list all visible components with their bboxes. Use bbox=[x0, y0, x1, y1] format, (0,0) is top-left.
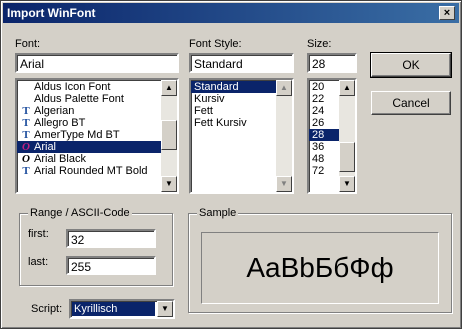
scroll-up-button[interactable]: ▲ bbox=[339, 80, 355, 96]
truetype-icon: T bbox=[22, 117, 30, 129]
range-group: Range / ASCII-Code first: 32 last: 255 bbox=[19, 207, 173, 286]
script-selected-value: Kyrillisch bbox=[72, 302, 155, 316]
sample-preview: AaBbБбФф bbox=[201, 232, 439, 304]
last-code-input[interactable]: 255 bbox=[66, 256, 156, 275]
scroll-up-button[interactable]: ▲ bbox=[276, 80, 292, 96]
size-list-scrollbar[interactable]: ▲ ▼ bbox=[339, 80, 355, 192]
script-select[interactable]: Kyrillisch ▼ bbox=[69, 299, 175, 319]
font-style-list[interactable]: Standard Kursiv Fett Fett Kursiv ▲ ▼ bbox=[189, 78, 294, 194]
size-label: Size: bbox=[307, 38, 332, 50]
arrow-down-icon: ▼ bbox=[165, 179, 173, 188]
style-list-scrollbar[interactable]: ▲ ▼ bbox=[276, 80, 292, 192]
font-list[interactable]: Aldus Icon Font Aldus Palette Font T Alge… bbox=[15, 78, 179, 194]
chevron-down-icon: ▼ bbox=[161, 304, 169, 313]
arrow-up-icon: ▲ bbox=[280, 83, 288, 92]
scroll-up-button[interactable]: ▲ bbox=[161, 80, 177, 96]
sample-group: Sample AaBbБбФф bbox=[188, 207, 452, 313]
font-label: Font: bbox=[15, 38, 41, 50]
window-title: Import WinFont bbox=[7, 6, 96, 20]
arrow-up-icon: ▲ bbox=[343, 83, 351, 92]
size-list[interactable]: 20 22 24 26 28 36 48 72 ▲ ▼ bbox=[307, 78, 357, 194]
font-list-item[interactable]: T AmerType Md BT bbox=[17, 129, 177, 141]
font-list-item[interactable]: T Arial Rounded MT Bold bbox=[17, 165, 177, 177]
opentype-icon: O bbox=[22, 153, 30, 165]
sample-text: AaBbБбФф bbox=[246, 252, 394, 283]
scroll-down-button[interactable]: ▼ bbox=[161, 176, 177, 192]
font-list-scrollbar[interactable]: ▲ ▼ bbox=[161, 80, 177, 192]
font-style-label: Font Style: bbox=[189, 38, 242, 50]
scroll-thumb[interactable] bbox=[339, 142, 355, 172]
close-button[interactable]: × bbox=[439, 6, 455, 20]
ok-button[interactable]: OK bbox=[370, 52, 452, 78]
size-input[interactable]: 28 bbox=[307, 53, 357, 73]
scroll-down-button[interactable]: ▼ bbox=[276, 176, 292, 192]
range-group-title: Range / ASCII-Code bbox=[28, 207, 132, 219]
script-dropdown-button[interactable]: ▼ bbox=[157, 301, 173, 317]
first-code-input[interactable]: 32 bbox=[66, 229, 156, 248]
close-icon: × bbox=[443, 7, 451, 19]
font-list-item[interactable]: O Arial Black bbox=[17, 153, 177, 165]
font-list-item[interactable]: Aldus Palette Font bbox=[17, 93, 177, 105]
truetype-icon: T bbox=[22, 129, 30, 141]
truetype-icon: T bbox=[22, 105, 30, 117]
truetype-icon: T bbox=[22, 165, 30, 177]
scroll-thumb[interactable] bbox=[161, 120, 177, 150]
first-label: first: bbox=[28, 228, 49, 240]
arrow-up-icon: ▲ bbox=[165, 83, 173, 92]
last-label: last: bbox=[28, 256, 49, 268]
font-list-item-selected[interactable]: O Arial bbox=[17, 141, 177, 153]
font-list-item[interactable]: T Algerian bbox=[17, 105, 177, 117]
font-style-input[interactable]: Standard bbox=[189, 53, 294, 73]
opentype-icon: O bbox=[22, 141, 30, 153]
cancel-button[interactable]: Cancel bbox=[371, 91, 451, 115]
arrow-down-icon: ▼ bbox=[343, 179, 351, 188]
font-input[interactable]: Arial bbox=[15, 53, 179, 73]
scroll-down-button[interactable]: ▼ bbox=[339, 176, 355, 192]
arrow-down-icon: ▼ bbox=[280, 179, 288, 188]
script-label: Script: bbox=[31, 303, 63, 315]
title-bar[interactable]: Import WinFont × bbox=[3, 3, 459, 23]
import-winfont-dialog: Import WinFont × Font: Arial Aldus Icon … bbox=[0, 0, 462, 329]
font-list-item[interactable]: Aldus Icon Font bbox=[17, 81, 177, 93]
sample-group-title: Sample bbox=[197, 207, 239, 219]
font-list-item[interactable]: T Allegro BT bbox=[17, 117, 177, 129]
